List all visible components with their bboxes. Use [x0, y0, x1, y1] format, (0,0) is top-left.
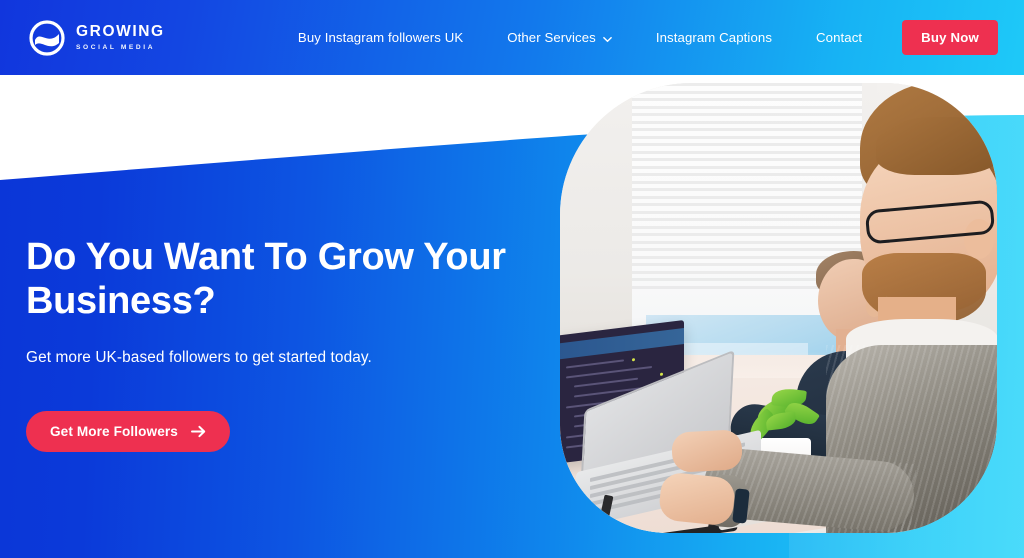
person-b-hand-lower [657, 471, 737, 527]
hero-image-content [560, 83, 997, 533]
hero-copy: Do You Want To Grow Your Business? Get m… [26, 235, 506, 453]
hero-subtitle: Get more UK-based followers to get start… [26, 349, 372, 367]
hero-image [560, 83, 997, 533]
circle-wave-logo-icon [28, 19, 66, 57]
main-navigation: Buy Instagram followers UK Other Service… [276, 20, 998, 55]
arrow-right-icon [190, 425, 206, 438]
page-title: Do You Want To Grow Your Business? [26, 236, 506, 323]
cta-label: Get More Followers [50, 424, 178, 440]
brand-tagline: SOCIAL MEDIA [76, 43, 156, 51]
person-b-hand-upper [671, 429, 743, 473]
brand-text: GROWING SOCIAL MEDIA [76, 23, 165, 51]
nav-item-label: Other Services [507, 30, 596, 45]
chevron-down-icon [603, 32, 612, 43]
person-b-hair-front [876, 117, 997, 175]
brand-logo[interactable]: GROWING SOCIAL MEDIA [28, 19, 165, 57]
get-more-followers-button[interactable]: Get More Followers [26, 411, 230, 453]
site-header: GROWING SOCIAL MEDIA Buy Instagram follo… [0, 0, 1024, 75]
brand-name: GROWING [76, 23, 165, 41]
nav-item-instagram-captions[interactable]: Instagram Captions [634, 30, 794, 45]
nav-item-buy-instagram-followers-uk[interactable]: Buy Instagram followers UK [276, 30, 485, 45]
page-root: GROWING SOCIAL MEDIA Buy Instagram follo… [0, 0, 1024, 558]
hero-section: Do You Want To Grow Your Business? Get m… [0, 75, 1024, 558]
nav-item-label: Contact [816, 30, 863, 45]
buy-now-button[interactable]: Buy Now [902, 20, 998, 55]
nav-item-label: Instagram Captions [655, 30, 773, 45]
nav-item-contact[interactable]: Contact [794, 30, 884, 45]
nav-item-other-services[interactable]: Other Services [485, 30, 634, 45]
nav-item-label: Buy Instagram followers UK [297, 30, 464, 45]
